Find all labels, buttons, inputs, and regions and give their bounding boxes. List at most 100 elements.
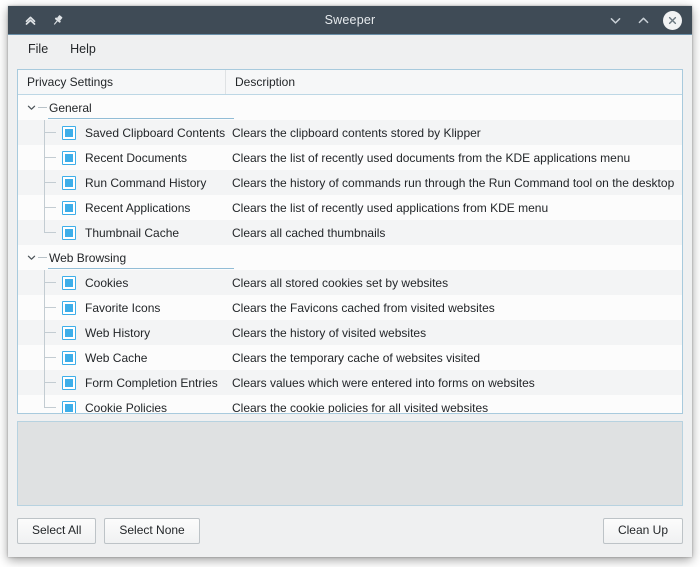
tree-item-name-cell: Thumbnail Cache [18, 220, 226, 245]
tree-item-label: Web History [85, 326, 150, 340]
close-icon[interactable] [663, 11, 682, 30]
tree-item-description: Clears the history of commands run throu… [226, 170, 682, 195]
central-area: Privacy Settings Description General Save… [8, 63, 692, 557]
checkbox-web-history[interactable] [62, 326, 76, 340]
tree-group-row[interactable]: General [18, 95, 682, 120]
chevron-down-icon[interactable] [24, 102, 38, 113]
checkbox-favorite-icons[interactable] [62, 301, 76, 315]
checkbox-thumbnail-cache[interactable] [62, 226, 76, 240]
tree-item-row[interactable]: Thumbnail Cache Clears all cached thumbna… [18, 220, 682, 245]
tree-guide-vertical [44, 395, 45, 408]
tree-item-row[interactable]: Recent Applications Clears the list of re… [18, 195, 682, 220]
menu-item-file[interactable]: File [18, 39, 58, 59]
tree-item-description: Clears the list of recently used applica… [226, 195, 682, 220]
tree-group-underline [48, 268, 234, 269]
tree-item-content: Favorite Icons [18, 301, 160, 315]
tree-item-description: Clears the history of visited websites [226, 320, 682, 345]
checkbox-saved-clipboard-contents[interactable] [62, 126, 76, 140]
titlebar: Sweeper [8, 6, 692, 35]
checkbox-web-cache[interactable] [62, 351, 76, 365]
tree-item-row[interactable]: CookiesClears all stored cookies set by … [18, 270, 682, 295]
tree-item-label: Favorite Icons [85, 301, 160, 315]
window-title: Sweeper [8, 13, 692, 27]
tree-item-content: Thumbnail Cache [18, 226, 179, 240]
tree-group-row[interactable]: Web Browsing [18, 245, 682, 270]
minimize-icon[interactable] [607, 12, 624, 29]
tree-item-description: Clears the temporary cache of websites v… [226, 345, 682, 370]
tree-item-row[interactable]: Form Completion EntriesClears values whi… [18, 370, 682, 395]
tree-item-row[interactable]: Saved Clipboard ContentsClears the clipb… [18, 120, 682, 145]
menu-item-help[interactable]: Help [60, 39, 106, 59]
titlebar-right-buttons [607, 11, 692, 30]
tree-item-name-cell: Saved Clipboard Contents [18, 120, 226, 145]
tree-item-label: Saved Clipboard Contents [85, 126, 225, 140]
tree-item-name-cell: Recent Documents [18, 145, 226, 170]
tree-item-row[interactable]: Run Command History Clears the history of… [18, 170, 682, 195]
tree-item-label: Run Command History [85, 176, 206, 190]
tree-item-name-cell: Cookie Policies [18, 395, 226, 413]
checkbox-check-mark [65, 404, 73, 412]
checkbox-form-completion-entries[interactable] [62, 376, 76, 390]
tree-item-row[interactable]: Recent DocumentsClears the list of recen… [18, 145, 682, 170]
tree-item-row[interactable]: Cookie PoliciesClears the cookie policie… [18, 395, 682, 413]
tree-item-label: Cookie Policies [85, 401, 167, 414]
tree-guide-horizontal [45, 232, 56, 233]
checkbox-check-mark [65, 154, 73, 162]
tree-item-name-cell: Run Command History [18, 170, 226, 195]
tree-item-description: Clears the Favicons cached from visited … [226, 295, 682, 320]
checkbox-run-command-history[interactable] [62, 176, 76, 190]
tree-guide-horizontal [45, 157, 56, 158]
tree-group-label: General [49, 101, 92, 115]
checkbox-check-mark [65, 279, 73, 287]
tree-branch-line [38, 107, 47, 108]
tree-guide-horizontal [45, 182, 56, 183]
select-all-button[interactable]: Select All [17, 518, 96, 543]
tree-group-label: Web Browsing [49, 251, 126, 265]
tree-item-row[interactable]: Web Cache Clears the temporary cache of w… [18, 345, 682, 370]
shade-up-icon[interactable] [22, 12, 39, 29]
tree-item-content: Web Cache [18, 351, 147, 365]
tree-item-name-cell: Form Completion Entries [18, 370, 226, 395]
select-none-button[interactable]: Select None [104, 518, 199, 543]
checkbox-check-mark [65, 129, 73, 137]
checkbox-check-mark [65, 354, 73, 362]
tree-guide-vertical [44, 220, 45, 233]
tree-item-description: Clears all cached thumbnails [226, 220, 682, 245]
tree-item-name-cell: Web Cache [18, 345, 226, 370]
menubar: File Help [8, 35, 692, 63]
pin-icon[interactable] [49, 12, 66, 29]
tree-header: Privacy Settings Description [18, 70, 682, 95]
checkbox-check-mark [65, 179, 73, 187]
tree-group-description-cell [226, 95, 682, 120]
tree-item-label: Cookies [85, 276, 128, 290]
tree-item-row[interactable]: Favorite Icons Clears the Favicons cached… [18, 295, 682, 320]
tree-item-name-cell: Favorite Icons [18, 295, 226, 320]
tree-guide-horizontal [45, 407, 56, 408]
tree-item-label: Web Cache [85, 351, 147, 365]
privacy-settings-tree[interactable]: Privacy Settings Description General Save… [17, 69, 683, 414]
tree-item-row[interactable]: Web History Clears the history of visited… [18, 320, 682, 345]
tree-item-name-cell: Recent Applications [18, 195, 226, 220]
tree-guide-horizontal [45, 307, 56, 308]
checkbox-cookie-policies[interactable] [62, 401, 76, 414]
checkbox-check-mark [65, 329, 73, 337]
log-output-panel [17, 421, 683, 506]
clean-up-button[interactable]: Clean Up [603, 518, 683, 543]
tree-item-description: Clears the list of recently used documen… [226, 145, 682, 170]
checkbox-recent-documents[interactable] [62, 151, 76, 165]
checkbox-recent-applications[interactable] [62, 201, 76, 215]
tree-item-label: Recent Applications [85, 201, 190, 215]
maximize-icon[interactable] [635, 12, 652, 29]
checkbox-cookies[interactable] [62, 276, 76, 290]
tree-item-label: Form Completion Entries [85, 376, 218, 390]
tree-group-description-cell [226, 245, 682, 270]
column-header-description[interactable]: Description [226, 70, 682, 94]
tree-guide-horizontal [45, 332, 56, 333]
column-header-privacy-settings[interactable]: Privacy Settings [18, 70, 226, 94]
tree-guide-horizontal [45, 282, 56, 283]
tree-item-content: Cookie Policies [18, 401, 167, 414]
tree-body: GeneralSaved Clipboard ContentsClears th… [18, 95, 682, 413]
checkbox-check-mark [65, 229, 73, 237]
chevron-down-icon[interactable] [24, 252, 38, 263]
tree-item-content: Web History [18, 326, 150, 340]
